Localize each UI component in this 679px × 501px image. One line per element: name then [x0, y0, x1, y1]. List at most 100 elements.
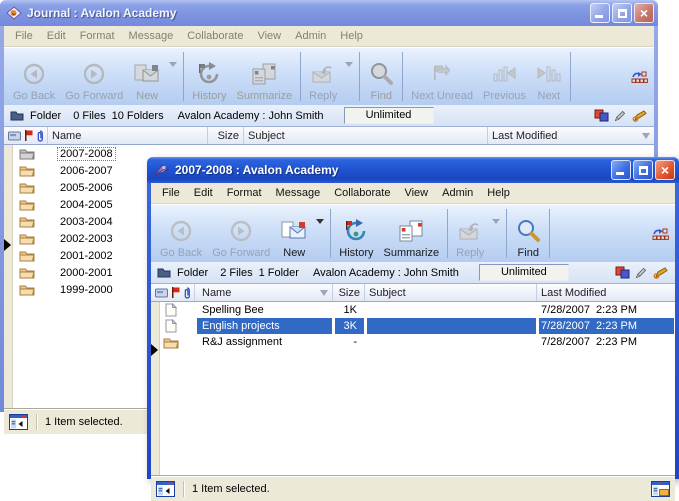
selection-status-text: 1 Item selected.: [45, 416, 123, 428]
folder-icon: [19, 198, 35, 211]
folder-maximize-button[interactable]: [633, 160, 653, 180]
pane-view-toggle-icon[interactable]: [9, 414, 28, 430]
reply-dropdown-arrow[interactable]: [492, 219, 500, 228]
next-unread-button[interactable]: Next Unread: [406, 48, 478, 105]
menu-help[interactable]: Help: [480, 185, 517, 201]
menu-admin[interactable]: Admin: [288, 28, 333, 44]
menu-edit[interactable]: Edit: [187, 185, 220, 201]
menu-file[interactable]: File: [155, 185, 187, 201]
column-header-subject[interactable]: Subject: [365, 284, 537, 301]
properties-icon[interactable]: [615, 266, 630, 279]
folder-window-title: 2007-2008 : Avalon Academy: [175, 163, 606, 177]
item-name: Spelling Bee: [195, 302, 333, 318]
column-subject-label: Subject: [369, 287, 406, 299]
menu-file[interactable]: File: [8, 28, 40, 44]
menu-collaborate[interactable]: Collaborate: [180, 28, 250, 44]
maximize-icon: [639, 166, 648, 175]
find-label: Find: [371, 90, 392, 102]
item-row-selected[interactable]: English projects 3K 7/28/2007 2:23 PM: [151, 318, 675, 334]
reply-button[interactable]: Reply: [304, 48, 342, 105]
go-forward-label: Go Forward: [212, 247, 270, 259]
connection-status-icon[interactable]: [631, 70, 648, 84]
summarize-label: Summarize: [384, 247, 440, 259]
history-label: History: [192, 90, 226, 102]
history-button[interactable]: History: [334, 205, 378, 262]
menu-collaborate[interactable]: Collaborate: [327, 185, 397, 201]
find-button[interactable]: Find: [510, 205, 546, 262]
connection-status-icon[interactable]: [652, 227, 669, 241]
column-header-size[interactable]: Size: [208, 127, 244, 144]
go-forward-button[interactable]: Go Forward: [207, 205, 275, 262]
column-last-modified-label: Last Modified: [492, 130, 557, 142]
column-header-name[interactable]: Name: [195, 284, 333, 301]
toolbar-separator: [359, 52, 360, 101]
go-back-icon: [168, 217, 194, 245]
status-divider: [36, 414, 37, 430]
journal-close-button[interactable]: ×: [634, 3, 654, 23]
menu-format[interactable]: Format: [220, 185, 269, 201]
edit-pencil-icon[interactable]: [614, 110, 626, 122]
menu-message[interactable]: Message: [122, 28, 181, 44]
menu-admin[interactable]: Admin: [435, 185, 480, 201]
pane-splitter-arrow[interactable]: [4, 239, 11, 251]
menu-edit[interactable]: Edit: [40, 28, 73, 44]
menu-format[interactable]: Format: [73, 28, 122, 44]
folder-icon: [19, 215, 35, 228]
reply-button-group: Reply: [451, 205, 503, 262]
previous-button[interactable]: Previous: [478, 48, 531, 105]
summarize-button[interactable]: Summarize: [232, 48, 298, 105]
go-back-label: Go Back: [160, 247, 202, 259]
journal-maximize-button[interactable]: [612, 3, 632, 23]
item-row[interactable]: R&J assignment - 7/28/2007 2:23 PM: [151, 334, 675, 350]
pane-view-toggle-icon[interactable]: [156, 481, 175, 497]
sort-direction-icon[interactable]: [320, 290, 328, 300]
folder-icon: [163, 336, 179, 349]
header-icons-cell[interactable]: [151, 284, 195, 301]
go-back-button[interactable]: Go Back: [8, 48, 60, 105]
signature-pen-icon[interactable]: [631, 110, 648, 122]
document-icon: [164, 303, 177, 317]
edit-pencil-icon[interactable]: [635, 267, 647, 279]
menu-help[interactable]: Help: [333, 28, 370, 44]
journal-title-bar[interactable]: Journal : Avalon Academy ×: [0, 0, 658, 26]
toolbar-separator: [183, 52, 184, 101]
folder-close-button[interactable]: ×: [655, 160, 675, 180]
column-header-name[interactable]: Name: [48, 127, 208, 144]
history-button[interactable]: History: [187, 48, 231, 105]
column-header-last-modified[interactable]: Last Modified: [537, 284, 675, 301]
folder-type-icon: [157, 267, 171, 278]
summary-pane-toggle-icon[interactable]: [651, 481, 670, 497]
column-name-label: Name: [199, 287, 231, 299]
new-dropdown-arrow[interactable]: [169, 62, 177, 71]
sort-direction-icon[interactable]: [642, 133, 650, 143]
next-button[interactable]: Next: [531, 48, 567, 105]
reply-dropdown-arrow[interactable]: [345, 62, 353, 71]
new-button[interactable]: New: [128, 48, 166, 105]
menu-view[interactable]: View: [250, 28, 288, 44]
journal-minimize-button[interactable]: [590, 3, 610, 23]
item-row[interactable]: Spelling Bee 1K 7/28/2007 2:23 PM: [151, 302, 675, 318]
toolbar-separator: [570, 52, 571, 101]
properties-icon[interactable]: [594, 109, 609, 122]
container-type-label: Folder: [177, 267, 208, 279]
folder-menu-bar: File Edit Format Message Collaborate Vie…: [151, 183, 675, 204]
go-forward-button[interactable]: Go Forward: [60, 48, 128, 105]
reply-button[interactable]: Reply: [451, 205, 489, 262]
summarize-button[interactable]: Summarize: [379, 205, 445, 262]
go-back-button[interactable]: Go Back: [155, 205, 207, 262]
pane-splitter-arrow[interactable]: [151, 344, 158, 356]
menu-view[interactable]: View: [397, 185, 435, 201]
toolbar-separator: [549, 209, 550, 258]
new-button[interactable]: New: [275, 205, 313, 262]
folder-title-bar[interactable]: 2007-2008 : Avalon Academy ×: [147, 157, 679, 183]
new-dropdown-arrow[interactable]: [316, 219, 324, 228]
document-icon: [164, 319, 177, 333]
signature-pen-icon[interactable]: [652, 267, 669, 279]
column-header-size[interactable]: Size: [333, 284, 365, 301]
header-icons-cell[interactable]: [4, 127, 48, 144]
column-header-subject[interactable]: Subject: [244, 127, 488, 144]
find-button[interactable]: Find: [363, 48, 399, 105]
menu-message[interactable]: Message: [269, 185, 328, 201]
column-header-last-modified[interactable]: Last Modified: [488, 127, 654, 144]
folder-minimize-button[interactable]: [611, 160, 631, 180]
